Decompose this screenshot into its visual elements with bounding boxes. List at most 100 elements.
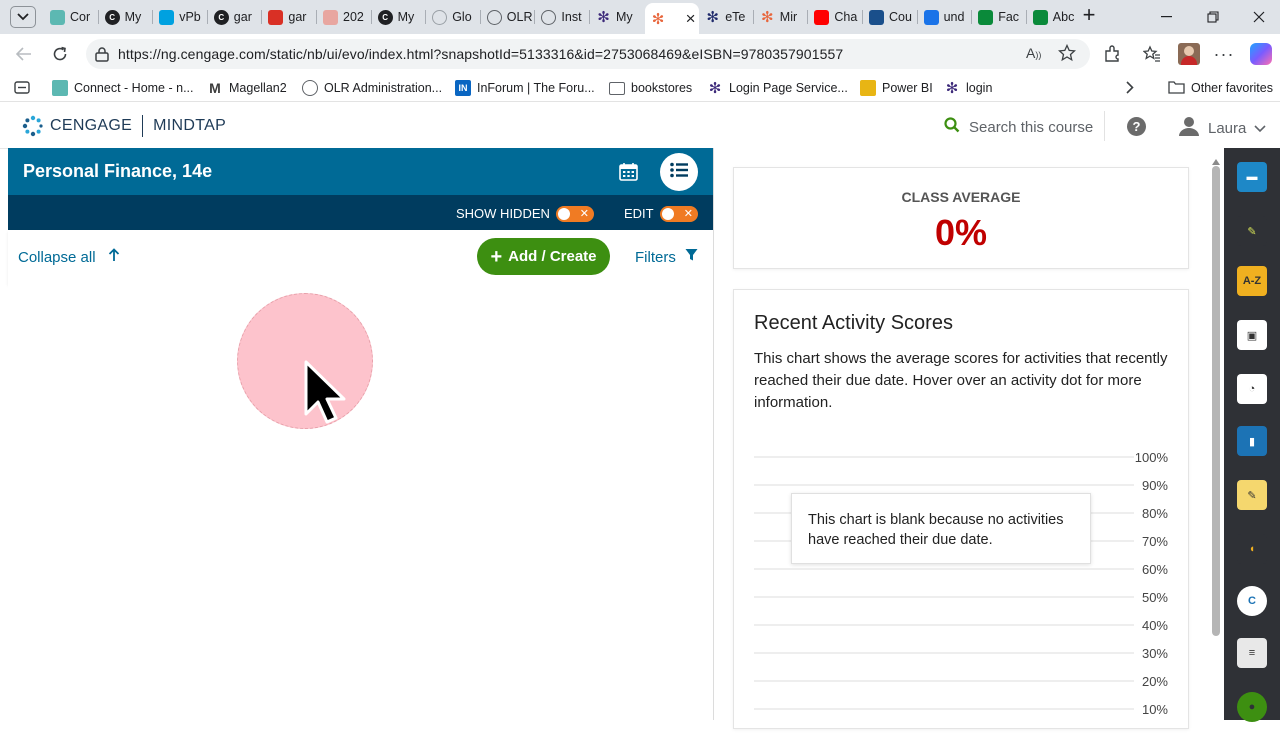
mindtap-header: CENGAGE MINDTAP Search this course ? Lau…: [0, 103, 1266, 149]
minimize-button[interactable]: [1144, 0, 1190, 34]
favorite-item[interactable]: ✻ login: [944, 79, 993, 97]
browser-tab-label: gar: [233, 10, 252, 24]
browser-tab[interactable]: Cgar: [208, 4, 261, 30]
dictionary-icon[interactable]: A-Z: [1237, 266, 1267, 296]
favorite-item[interactable]: ✻ Login Page Service...: [707, 79, 848, 97]
browser-tab[interactable]: C My: [372, 4, 425, 30]
notes-icon[interactable]: ✎: [1237, 480, 1267, 510]
favorite-item[interactable]: bookstores: [609, 79, 692, 97]
browser-tab[interactable]: Cor: [44, 4, 97, 30]
favorites-icon[interactable]: [1140, 42, 1164, 66]
back-arrow-icon[interactable]: [12, 42, 36, 66]
in-logo-icon: IN: [455, 80, 471, 96]
clock-icon[interactable]: ◔: [1237, 374, 1267, 404]
office-icon[interactable]: ▣: [1237, 320, 1267, 350]
address-bar[interactable]: https://ng.cengage.com/static/nb/ui/evo/…: [86, 39, 1090, 69]
scroll-thumb[interactable]: [1212, 166, 1220, 636]
other-favorites-folder[interactable]: Other favorites: [1168, 79, 1273, 97]
notebook-icon[interactable]: ≡: [1237, 638, 1267, 668]
arrow-up-icon: [108, 248, 120, 267]
globe-icon: [432, 9, 448, 25]
browser-tab[interactable]: ✻ eTe: [699, 4, 752, 30]
browser-tab[interactable]: und: [918, 4, 971, 30]
more-options-icon[interactable]: ···: [1212, 42, 1236, 66]
browser-tab[interactable]: OLR: [481, 4, 534, 30]
browser-tab[interactable]: Cha: [808, 4, 861, 30]
account-icon[interactable]: ●: [1237, 692, 1267, 722]
course-title: Personal Finance, 14e: [23, 161, 213, 181]
filters-button[interactable]: Filters: [635, 248, 698, 266]
browser-tab[interactable]: Cou: [863, 4, 916, 30]
browser-tab[interactable]: vPb: [153, 4, 206, 30]
browser-tab-label: OLR: [506, 10, 533, 24]
browser-tab[interactable]: Glo: [426, 4, 479, 30]
help-icon[interactable]: ?: [1127, 117, 1146, 136]
globe-icon: [486, 9, 502, 25]
restore-button[interactable]: [1190, 0, 1236, 34]
cnow-icon[interactable]: C: [1237, 586, 1267, 616]
browser-tab-label: eTe: [725, 10, 746, 24]
favorite-item[interactable]: Connect - Home - n...: [52, 79, 194, 97]
favorite-item[interactable]: IN InForum | The Foru...: [455, 79, 595, 97]
tab-actions-chevron-icon[interactable]: [10, 6, 36, 28]
reload-icon[interactable]: [48, 42, 72, 66]
tab-divider: [862, 10, 863, 24]
learning-path-list-button[interactable]: [660, 153, 698, 191]
browser-tab[interactable]: ✻ My: [590, 4, 643, 30]
m-logo-icon: M: [209, 80, 221, 96]
browser-tab[interactable]: 202: [317, 4, 370, 30]
tab-divider: [261, 10, 263, 24]
read-aloud-icon[interactable]: A)): [1026, 45, 1041, 61]
briefcase-icon[interactable]: ▬: [1237, 162, 1267, 192]
favorites-overflow-chevron-icon[interactable]: [1126, 81, 1134, 99]
recent-activity-description: This chart shows the average scores for …: [754, 350, 1168, 411]
browser-tab[interactable]: ✻ Mir: [754, 4, 807, 30]
edit-toggle[interactable]: ✕: [660, 206, 698, 222]
book-icon[interactable]: ▮: [1237, 426, 1267, 456]
favorite-item[interactable]: M Magellan2: [207, 79, 287, 97]
browser-tab-strip: Cor C My vPb Cgar gar 202 C My Glo OLR Inst ✻ My ✻ × ✻ eT…: [0, 0, 1280, 34]
tab-close-icon[interactable]: ×: [686, 9, 696, 29]
y-tick-label: 10%: [1142, 702, 1168, 717]
browser-tab-label: und: [943, 10, 965, 24]
favorite-star-icon[interactable]: [1057, 43, 1077, 67]
recent-activity-title: Recent Activity Scores: [754, 312, 953, 334]
profile-avatar[interactable]: [1178, 43, 1200, 65]
copilot-icon[interactable]: [1250, 43, 1272, 65]
site-info-icon[interactable]: [94, 46, 110, 67]
close-window-button[interactable]: [1236, 0, 1280, 34]
browser-tab-label: gar: [288, 10, 307, 24]
highlighter-icon[interactable]: ✎: [1237, 216, 1267, 246]
calendar-icon[interactable]: [619, 162, 638, 186]
new-tab-button[interactable]: +: [1078, 4, 1100, 28]
layers-icon: [50, 9, 65, 25]
page-scrollbar[interactable]: [1208, 148, 1224, 720]
y-tick-label: 70%: [1142, 534, 1168, 549]
cengage-logo[interactable]: CENGAGE MINDTAP: [22, 114, 226, 138]
user-menu[interactable]: Laura: [1178, 115, 1266, 142]
browser-tab[interactable]: Fac: [972, 4, 1025, 30]
folder-icon: [609, 81, 625, 95]
favorite-label: Power BI: [882, 81, 933, 95]
reading-list-icon[interactable]: [14, 81, 30, 99]
browser-tab[interactable]: ✻ ×: [644, 3, 699, 34]
collapse-all-link[interactable]: Collapse all: [18, 248, 120, 267]
product-name: MINDTAP: [153, 117, 227, 134]
browser-tab[interactable]: gar: [262, 4, 315, 30]
add-create-button[interactable]: + Add / Create: [477, 238, 610, 275]
favorite-label: login: [966, 81, 993, 95]
readspeaker-icon[interactable]: ◖: [1237, 534, 1267, 564]
extensions-icon[interactable]: [1100, 42, 1124, 66]
browser-tab-label: Mir: [779, 10, 798, 24]
favorite-item[interactable]: Power BI: [860, 79, 933, 97]
course-search[interactable]: Search this course: [944, 117, 1093, 138]
pdf-icon: [268, 9, 284, 25]
favorite-item[interactable]: OLR Administration...: [302, 79, 442, 97]
browser-tab[interactable]: Inst: [535, 4, 588, 30]
youtube-icon: [814, 9, 830, 25]
header-divider: [1104, 111, 1105, 141]
browser-tab[interactable]: C My: [99, 4, 152, 30]
browser-tab[interactable]: Abc: [1027, 4, 1080, 30]
edit-label: EDIT: [624, 206, 654, 221]
show-hidden-toggle[interactable]: ✕: [556, 206, 594, 222]
